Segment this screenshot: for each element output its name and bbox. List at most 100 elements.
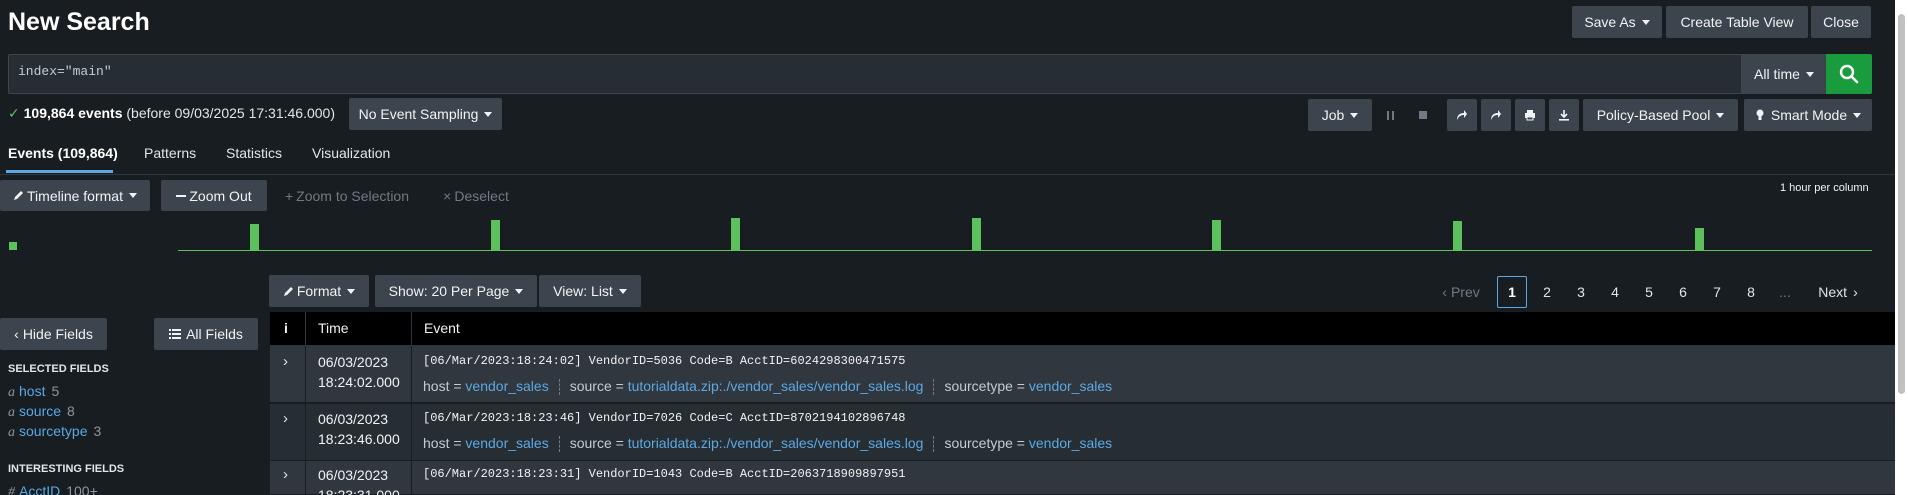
field-source[interactable]: a source 8 [8, 403, 75, 421]
redirect-icon [1491, 110, 1501, 120]
search-icon [1839, 64, 1859, 84]
source-value[interactable]: tutorialdata.zip:./vendor_sales/vendor_s… [628, 435, 924, 451]
per-page-dropdown[interactable]: Show: 20 Per Page [375, 275, 537, 307]
time-range-picker[interactable]: All time [1742, 54, 1826, 94]
job-label: Job [1321, 107, 1345, 123]
sourcetype-value[interactable]: vendor_sales [1029, 435, 1112, 451]
page-3[interactable]: 3 [1566, 276, 1596, 308]
timeline-histogram[interactable] [0, 210, 1895, 252]
histogram-bar[interactable] [1453, 221, 1462, 250]
page-5[interactable]: 5 [1634, 276, 1664, 308]
event-time[interactable]: 06/03/2023 18:23:31.000 [318, 465, 400, 495]
event-raw-text: [06/Mar/2023:18:24:02] VendorID=5036 Cod… [423, 354, 906, 368]
cell-divider [411, 346, 412, 402]
zoom-out-button[interactable]: Zoom Out [161, 180, 267, 211]
view-dropdown[interactable]: View: List [539, 275, 641, 307]
page-6[interactable]: 6 [1668, 276, 1698, 308]
histogram-bar-start[interactable] [9, 242, 17, 250]
zoom-to-selection-button[interactable]: + Zoom to Selection [280, 180, 414, 211]
cell-divider [305, 404, 306, 460]
histogram-bar[interactable] [972, 218, 981, 250]
field-count: 5 [51, 383, 60, 399]
share-button[interactable] [1447, 99, 1477, 131]
sourcetype-value[interactable]: vendor_sales [1029, 378, 1112, 394]
prev-page-button[interactable]: ‹ Prev [1436, 276, 1486, 308]
timeline-format-button[interactable]: Timeline format [0, 180, 150, 211]
column-divider [305, 312, 306, 346]
chevron-down-icon [347, 288, 356, 294]
event-time[interactable]: 06/03/2023 18:23:46.000 [318, 409, 400, 449]
save-as-label: Save As [1584, 14, 1636, 30]
lightbulb-icon [1756, 109, 1764, 120]
close-button[interactable]: Close [1811, 6, 1871, 38]
export-redirect-button[interactable] [1481, 99, 1511, 131]
next-page-button[interactable]: Next › [1808, 276, 1868, 308]
col-event-header: Event [424, 320, 460, 336]
tab-statistics[interactable]: Statistics [226, 145, 282, 161]
field-acctid[interactable]: # AcctID 100+ [8, 483, 98, 495]
chevron-left-icon: ‹ [1442, 284, 1447, 300]
expand-row-chevron-icon[interactable]: › [283, 466, 288, 483]
create-table-view-button[interactable]: Create Table View [1666, 6, 1808, 38]
host-value[interactable]: vendor_sales [465, 378, 548, 394]
event-time[interactable]: 06/03/2023 18:24:02.000 [318, 352, 400, 392]
source-key: source = [569, 435, 628, 451]
sourcetype-key: sourcetype = [944, 378, 1029, 394]
field-type: a [8, 425, 15, 440]
search-mode-dropdown[interactable]: Smart Mode [1744, 99, 1872, 131]
field-type: a [8, 405, 15, 420]
source-key: source = [569, 378, 628, 394]
page-1[interactable]: 1 [1497, 276, 1527, 308]
event-timestamp: 18:23:46.000 [318, 431, 400, 447]
page-8[interactable]: 8 [1736, 276, 1766, 308]
tab-patterns[interactable]: Patterns [144, 145, 196, 161]
search-mode-label: Smart Mode [1770, 107, 1848, 123]
all-fields-button[interactable]: All Fields [154, 318, 258, 350]
search-input[interactable] [8, 54, 1742, 94]
page-4[interactable]: 4 [1600, 276, 1630, 308]
page-7[interactable]: 7 [1702, 276, 1732, 308]
event-sampling-dropdown[interactable]: No Event Sampling [349, 98, 502, 130]
hide-fields-button[interactable]: ‹ Hide Fields [0, 318, 107, 350]
tab-visualization[interactable]: Visualization [312, 145, 390, 161]
page-2[interactable]: 2 [1532, 276, 1562, 308]
plus-icon: + [284, 187, 294, 204]
search-button[interactable] [1826, 54, 1872, 94]
host-key: host = [423, 378, 466, 394]
tab-events[interactable]: Events (109,864) [8, 145, 118, 161]
pause-button[interactable] [1380, 99, 1400, 131]
histogram-bar[interactable] [1212, 220, 1221, 250]
field-name: sourcetype [19, 423, 88, 439]
pager-ellipsis: ... [1779, 284, 1791, 300]
interesting-fields-heading: INTERESTING FIELDS [8, 463, 125, 475]
field-name: AcctID [19, 483, 61, 495]
save-as-button[interactable]: Save As [1572, 6, 1662, 38]
histogram-bar[interactable] [1695, 228, 1704, 250]
expand-row-chevron-icon[interactable]: › [283, 353, 288, 370]
histogram-bar[interactable] [250, 224, 259, 250]
export-button[interactable] [1549, 99, 1579, 131]
print-button[interactable] [1515, 99, 1545, 131]
stop-button[interactable] [1413, 99, 1433, 131]
event-timestamp: 18:23:31.000 [318, 487, 400, 495]
pencil-icon [283, 286, 293, 296]
job-menu-button[interactable]: Job [1308, 99, 1372, 131]
scrollbar-thumb[interactable] [1898, 14, 1905, 394]
histogram-bar[interactable] [731, 218, 740, 250]
histogram-baseline [178, 250, 1872, 251]
search-query-text: index="main" [18, 64, 112, 79]
expand-row-chevron-icon[interactable]: › [283, 410, 288, 427]
col-time-header[interactable]: Time [318, 320, 349, 336]
histogram-bar[interactable] [491, 220, 500, 250]
field-host[interactable]: a host 5 [8, 383, 59, 401]
format-button[interactable]: Format [269, 275, 369, 307]
timeline-scale-label: 1 hour per column [1780, 182, 1869, 194]
deselect-button[interactable]: × Deselect [436, 180, 516, 211]
workload-pool-dropdown[interactable]: Policy-Based Pool [1583, 99, 1738, 131]
host-value[interactable]: vendor_sales [465, 435, 548, 451]
field-count: 8 [67, 403, 75, 419]
field-sourcetype[interactable]: a sourcetype 3 [8, 423, 101, 441]
chevron-down-icon [1350, 112, 1359, 118]
source-value[interactable]: tutorialdata.zip:./vendor_sales/vendor_s… [628, 378, 924, 394]
field-separator [933, 436, 935, 453]
